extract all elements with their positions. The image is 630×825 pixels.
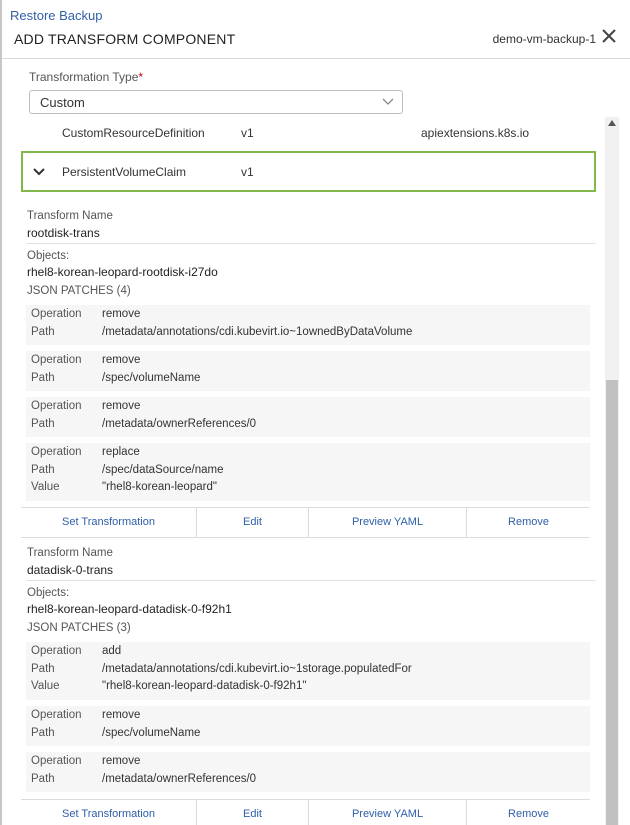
json-patches-title: JSON PATCHES (3) — [27, 622, 131, 634]
resource-kind: CustomResourceDefinition — [62, 126, 205, 140]
resource-row[interactable]: CustomResourceDefinition v1 apiextension… — [21, 116, 596, 152]
json-patch: Operation replace Path /spec/dataSource/… — [26, 443, 590, 501]
value-value: "rhel8-korean-leopard" — [102, 481, 217, 493]
remove-button[interactable]: Remove — [467, 508, 590, 537]
remove-button[interactable]: Remove — [467, 800, 590, 825]
objects-label: Objects: — [27, 587, 70, 599]
operation-value: remove — [102, 709, 141, 721]
scroll-up-arrow-icon[interactable] — [608, 120, 616, 126]
transformation-type-select[interactable]: Custom — [29, 90, 403, 114]
transform-name-value: datadisk-0-trans — [27, 563, 114, 577]
edit-button[interactable]: Edit — [197, 800, 309, 825]
transform-name-label: Transform Name — [27, 210, 113, 222]
operation-label: Operation — [31, 755, 82, 767]
path-value: /spec/volumeName — [102, 372, 201, 384]
chevron-down-icon — [382, 98, 394, 105]
resource-version: v1 — [241, 165, 254, 179]
edit-button[interactable]: Edit — [197, 508, 309, 537]
resource-kind: PersistentVolumeClaim — [62, 165, 187, 179]
json-patch: Operation remove Path /metadata/ownerRef… — [26, 752, 590, 792]
scrollbar-thumb[interactable] — [606, 380, 618, 825]
operation-value: replace — [102, 446, 140, 458]
header-divider — [2, 58, 630, 59]
path-value: /metadata/ownerReferences/0 — [102, 418, 257, 430]
transform-name-label: Transform Name — [27, 547, 113, 559]
transform-actions: Set Transformation Edit Preview YAML Rem… — [21, 799, 590, 825]
divider — [26, 243, 596, 244]
object-value: rhel8-korean-leopard-rootdisk-i27do — [27, 265, 218, 279]
path-label: Path — [31, 418, 55, 430]
path-value: /metadata/annotations/cdi.kubevirt.io~1o… — [102, 326, 413, 338]
path-value: /spec/volumeName — [102, 727, 201, 739]
preview-yaml-button[interactable]: Preview YAML — [309, 508, 467, 537]
operation-value: remove — [102, 755, 141, 767]
divider — [26, 580, 596, 581]
operation-value: remove — [102, 308, 141, 320]
json-patches-title: JSON PATCHES (4) — [27, 285, 131, 297]
dialog: Restore Backup ADD TRANSFORM COMPONENT d… — [0, 0, 630, 825]
transformation-type-label: Transformation Type* — [29, 70, 144, 84]
transform-name-value: rootdisk-trans — [27, 226, 100, 240]
resource-row-expanded[interactable]: PersistentVolumeClaim v1 — [21, 151, 596, 192]
set-transformation-button[interactable]: Set Transformation — [21, 800, 197, 825]
value-value: "rhel8-korean-leopard-datadisk-0-f92h1" — [102, 680, 307, 692]
transformation-type-value: Custom — [40, 95, 85, 110]
path-label: Path — [31, 727, 55, 739]
path-value: /spec/dataSource/name — [102, 464, 224, 476]
page-title: ADD TRANSFORM COMPONENT — [14, 31, 236, 47]
json-patch: Operation add Path /metadata/annotations… — [26, 642, 590, 700]
operation-label: Operation — [31, 709, 82, 721]
operation-value: add — [102, 645, 122, 657]
breadcrumb-restore-backup[interactable]: Restore Backup — [10, 8, 103, 23]
set-transformation-button[interactable]: Set Transformation — [21, 508, 197, 537]
value-label: Value — [31, 680, 60, 692]
transform-actions: Set Transformation Edit Preview YAML Rem… — [21, 507, 590, 538]
operation-label: Operation — [31, 308, 82, 320]
path-label: Path — [31, 464, 55, 476]
vm-name: demo-vm-backup-1 — [492, 32, 596, 46]
path-value: /metadata/ownerReferences/0 — [102, 773, 257, 785]
path-label: Path — [31, 773, 55, 785]
operation-label: Operation — [31, 400, 82, 412]
json-patch: Operation remove Path /spec/volumeName — [26, 351, 590, 391]
json-patch: Operation remove Path /spec/volumeName — [26, 706, 590, 746]
close-icon[interactable] — [601, 28, 617, 44]
operation-value: remove — [102, 400, 141, 412]
json-patch: Operation remove Path /metadata/ownerRef… — [26, 397, 590, 437]
preview-yaml-button[interactable]: Preview YAML — [309, 800, 467, 825]
path-label: Path — [31, 326, 55, 338]
resource-group: apiextensions.k8s.io — [421, 126, 530, 140]
path-label: Path — [31, 663, 55, 675]
objects-label: Objects: — [27, 250, 70, 262]
value-label: Value — [31, 481, 60, 493]
chevron-down-icon[interactable] — [33, 168, 45, 176]
resource-version: v1 — [241, 126, 254, 140]
resources-panel: CustomResourceDefinition v1 apiextension… — [21, 116, 596, 825]
path-label: Path — [31, 372, 55, 384]
json-patch: Operation remove Path /metadata/annotati… — [26, 305, 590, 345]
path-value: /metadata/annotations/cdi.kubevirt.io~1s… — [102, 663, 412, 675]
operation-value: remove — [102, 354, 141, 366]
operation-label: Operation — [31, 645, 82, 657]
object-value: rhel8-korean-leopard-datadisk-0-f92h1 — [27, 602, 232, 616]
operation-label: Operation — [31, 354, 82, 366]
operation-label: Operation — [31, 446, 82, 458]
